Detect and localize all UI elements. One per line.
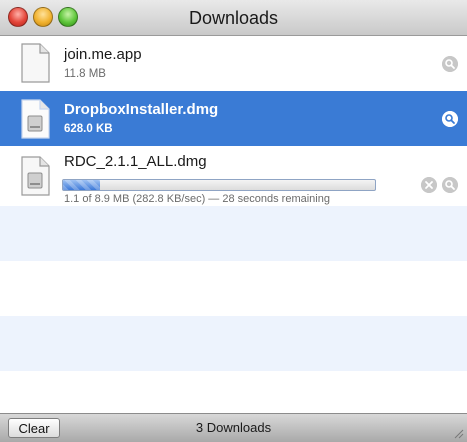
downloads-count: 3 Downloads: [195, 420, 272, 435]
disk-image-icon: [21, 156, 50, 196]
reveal-in-finder-icon[interactable]: [442, 111, 458, 127]
empty-row: [0, 206, 467, 261]
downloads-window: Downloads join.me.app 11.8 MB DropboxIns…: [0, 0, 467, 442]
window-title: Downloads: [188, 8, 279, 28]
download-item-rdc[interactable]: RDC_2.1.1_ALL.dmg 1.1 of 8.9 MB (282.8 K…: [0, 146, 467, 206]
empty-row: [0, 316, 467, 371]
resize-grip-icon[interactable]: [452, 427, 464, 439]
empty-row: [0, 261, 467, 316]
reveal-in-finder-icon[interactable]: [442, 177, 458, 193]
status-bar: Clear 3 Downloads: [0, 413, 467, 442]
empty-row: [0, 371, 467, 413]
download-file-size: 11.8 MB: [64, 68, 106, 80]
download-file-size: 628.0 KB: [64, 123, 113, 135]
disk-image-icon: [21, 99, 50, 139]
download-file-name: join.me.app: [64, 46, 142, 63]
download-progress-bar: [62, 179, 376, 191]
download-file-name: DropboxInstaller.dmg: [64, 101, 219, 118]
stop-download-icon[interactable]: [421, 177, 437, 193]
downloads-list: join.me.app 11.8 MB DropboxInstaller.dmg…: [0, 36, 467, 413]
title-bar[interactable]: Downloads: [0, 0, 467, 36]
reveal-in-finder-icon[interactable]: [442, 56, 458, 72]
download-item-dropbox-installer[interactable]: DropboxInstaller.dmg 628.0 KB: [0, 91, 467, 146]
download-progress-text: 1.1 of 8.9 MB (282.8 KB/sec) — 28 second…: [64, 193, 330, 205]
download-progress-fill: [63, 180, 101, 190]
generic-document-icon: [21, 43, 50, 83]
download-file-name: RDC_2.1.1_ALL.dmg: [64, 153, 207, 170]
download-item-join-me[interactable]: join.me.app 11.8 MB: [0, 36, 467, 91]
